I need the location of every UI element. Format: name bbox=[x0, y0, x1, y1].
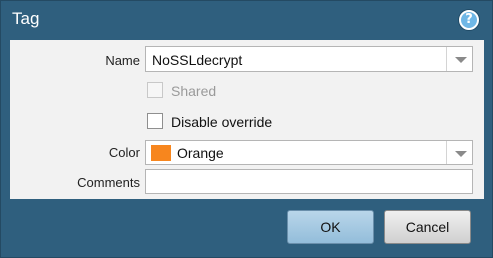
name-label: Name bbox=[105, 53, 140, 68]
disable-override-checkbox[interactable] bbox=[147, 113, 163, 129]
question-mark-icon[interactable]: ? bbox=[459, 10, 479, 30]
chevron-down-icon[interactable] bbox=[446, 47, 472, 71]
color-dropdown[interactable]: Orange bbox=[145, 140, 473, 165]
shared-label: Shared bbox=[171, 83, 217, 99]
name-value: NoSSLdecrypt bbox=[152, 52, 243, 68]
shared-checkbox[interactable] bbox=[147, 82, 163, 98]
comments-input[interactable] bbox=[145, 169, 473, 194]
form-panel: Name NoSSLdecrypt Shared Disable overrid… bbox=[10, 40, 484, 199]
chevron-down-icon[interactable] bbox=[446, 141, 472, 164]
disable-override-label: Disable override bbox=[171, 114, 273, 130]
ok-button[interactable]: OK bbox=[287, 210, 374, 244]
color-value: Orange bbox=[177, 145, 224, 161]
tag-dialog: Tag ? Name NoSSLdecrypt Shared Disable o… bbox=[0, 0, 493, 258]
color-swatch bbox=[151, 145, 171, 161]
dialog-titlebar: Tag ? bbox=[1, 1, 492, 39]
comments-label: Comments bbox=[77, 175, 140, 190]
name-dropdown[interactable]: NoSSLdecrypt bbox=[145, 46, 473, 72]
cancel-button[interactable]: Cancel bbox=[384, 210, 471, 244]
dialog-title: Tag bbox=[12, 9, 40, 28]
color-label: Color bbox=[108, 145, 140, 160]
